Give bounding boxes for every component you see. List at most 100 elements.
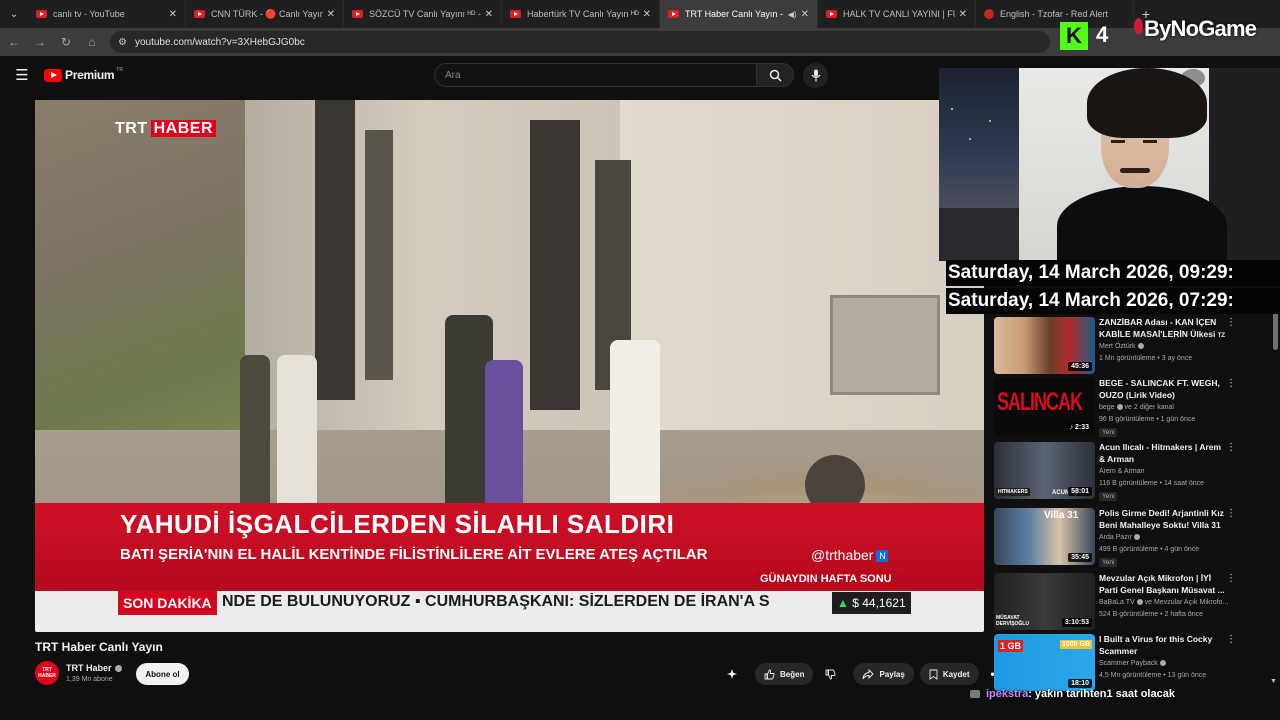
red-alert-favicon-icon: [984, 9, 994, 19]
subscribe-button[interactable]: Abone ol: [136, 663, 189, 685]
channel-name[interactable]: Mert Öztürk: [1099, 343, 1144, 350]
tab-close-icon[interactable]: ✕: [327, 9, 335, 20]
channel-name[interactable]: BaBaLa TV ve Mevzular Açık Mikrofo...: [1099, 599, 1228, 606]
recommended-video[interactable]: MÜSAVAT DERVİŞOĞLU 3:10:53 Mevzular Açık…: [994, 573, 1274, 633]
video-thumbnail[interactable]: 45:36: [994, 317, 1095, 374]
channel-name[interactable]: Scammer Payback: [1099, 660, 1166, 667]
tab-close-icon[interactable]: ✕: [959, 9, 967, 20]
video-meta: 4,5 Mn görüntüleme • 13 gün önce: [1099, 672, 1207, 679]
video-title[interactable]: Polis Girme Dedi! Arjantinli Kız Beni Ma…: [1099, 508, 1229, 531]
channel-name-text: Mert Öztürk: [1099, 343, 1136, 350]
tab-cnn-turk[interactable]: CNN TÜRK - 🔴 Canlı Yayın ᴴᴰ ✕: [186, 0, 344, 28]
youtube-favicon-icon: [36, 10, 47, 18]
video-title-text: ZANZİBAR Adası - KAN İÇEN KABİLE MASAİ'L…: [1099, 317, 1217, 339]
back-button[interactable]: ←: [2, 30, 26, 54]
video-title[interactable]: ZANZİBAR Adası - KAN İÇEN KABİLE MASAİ'L…: [1099, 317, 1229, 340]
news-subheadline: BATI ŞERİA'NIN EL HALİL KENTİNDE FİLİSTİ…: [120, 546, 708, 563]
search-input[interactable]: Ara: [434, 63, 756, 87]
scene-person: [610, 340, 660, 505]
channel-name-text: Arda Pazır: [1099, 534, 1133, 541]
tab-close-icon[interactable]: ✕: [169, 9, 177, 20]
channel-name[interactable]: Arem & Arman: [1099, 468, 1145, 475]
more-icon[interactable]: ⋮: [1226, 573, 1236, 584]
channel-name[interactable]: TRT Haber: [66, 663, 122, 673]
more-icon[interactable]: ⋮: [1226, 508, 1236, 519]
cam-brow: [1111, 140, 1125, 143]
channel-name[interactable]: Arda Pazır: [1099, 534, 1141, 541]
dislike-button[interactable]: [819, 663, 847, 685]
tab-close-icon[interactable]: ✕: [485, 9, 493, 20]
tab-close-icon[interactable]: ✕: [801, 9, 809, 20]
video-thumbnail[interactable]: MÜSAVAT DERVİŞOĞLU 3:10:53: [994, 573, 1095, 630]
share-button[interactable]: Paylaş: [853, 663, 914, 685]
scene-person: [240, 355, 270, 505]
video-duration: ♪ 2:33: [1066, 423, 1092, 432]
more-icon[interactable]: ⋮: [1226, 442, 1236, 453]
video-title[interactable]: BEGE - SALINCAK FT. WEGH, OUZO (Lirik Vi…: [1099, 378, 1229, 401]
bookmark-icon: [929, 669, 938, 680]
tab-canli-tv[interactable]: canlı tv - YouTube ✕: [28, 0, 186, 28]
video-title[interactable]: Mevzular Açık Mikrofon | İYİ Parti Genel…: [1099, 573, 1229, 596]
video-title-tag: TZ: [1217, 332, 1226, 339]
thumbnail-text: MÜSAVAT DERVİŞOĞLU: [996, 615, 1029, 627]
tab-trt-haber[interactable]: TRT Haber Canlı Yayın - You ◀) ✕: [660, 0, 818, 28]
video-title[interactable]: Acun Ilıcalı - Hitmakers | Arem & Arman: [1099, 442, 1229, 465]
speaker-icon[interactable]: ◀): [788, 10, 797, 19]
program-name: GÜNAYDIN HAFTA SONU: [754, 570, 898, 589]
thumbnail-text: HITMAKERS: [996, 488, 1030, 496]
video-title[interactable]: I Built a Virus for this Cocky Scammer: [1099, 634, 1229, 657]
channel-avatar[interactable]: TRT HABER: [35, 661, 59, 685]
thumbnail-text-right: 1000 GB: [1060, 640, 1093, 649]
video-thumbnail[interactable]: 1 GB 1000 GB 18:10: [994, 634, 1095, 691]
voice-search-button[interactable]: [803, 63, 828, 88]
channel-name[interactable]: bege ve 2 diğer kanal: [1099, 404, 1174, 411]
channel-name-text: Scammer Payback: [1099, 660, 1158, 667]
kick-logo: K: [1060, 22, 1088, 50]
tab-close-icon[interactable]: ✕: [643, 9, 651, 20]
tab-label: TRT Haber Canlı Yayın - You: [685, 9, 784, 19]
video-thumbnail[interactable]: HITMAKERS ACUN ILI 58:01: [994, 442, 1095, 499]
youtube-favicon-icon: [826, 10, 837, 18]
video-duration: 45:36: [1068, 362, 1092, 371]
sponsor-text: ByNoGame: [1144, 16, 1257, 41]
more-icon[interactable]: ⋮: [1226, 317, 1236, 328]
menu-icon[interactable]: ☰: [0, 66, 44, 84]
channel-name-text: BaBaLa TV: [1099, 599, 1135, 606]
clip-button[interactable]: [720, 663, 749, 685]
video-duration: 18:10: [1068, 679, 1092, 688]
video-title: TRT Haber Canlı Yayın: [35, 640, 163, 654]
video-thumbnail[interactable]: Villa 31 35:45: [994, 508, 1095, 565]
recommended-video[interactable]: SALINCAK ♪ 2:33 BEGE - SALINCAK FT. WEGH…: [994, 378, 1274, 438]
tab-search-button[interactable]: ⌄: [0, 0, 28, 28]
recommended-video[interactable]: 1 GB 1000 GB 18:10 I Built a Virus for t…: [994, 634, 1274, 694]
reload-button[interactable]: ↻: [54, 30, 78, 54]
sponsor-logo: ByNoGame: [1134, 16, 1257, 42]
clock-local: Saturday, 14 March 2026, 09:29:: [946, 260, 1280, 286]
video-meta: 116 B görüntüleme • 14 saat önce: [1099, 480, 1205, 487]
recommended-video[interactable]: 45:36 ZANZİBAR Adası - KAN İÇEN KABİLE M…: [994, 317, 1274, 377]
video-player[interactable]: TRT HABER YAHUDİ İŞGALCİLERDEN SİLAHLI SA…: [35, 100, 984, 632]
verified-icon: [1136, 599, 1143, 606]
save-button[interactable]: Kaydet: [919, 663, 979, 685]
scroll-down-icon[interactable]: ▼: [1270, 678, 1277, 685]
youtube-favicon-icon: [668, 10, 679, 18]
search-button[interactable]: [756, 63, 794, 87]
thumbs-up-icon: [764, 669, 775, 679]
tab-halk-tv[interactable]: HALK TV CANLI YAYINI | FULL I ✕: [818, 0, 976, 28]
more-icon[interactable]: ⋮: [1226, 378, 1236, 389]
chat-username: ipekstra: [986, 688, 1029, 700]
recommended-video[interactable]: Villa 31 35:45 Polis Girme Dedi! Arjanti…: [994, 508, 1274, 568]
youtube-logo[interactable]: Premium TR: [44, 67, 123, 82]
more-icon[interactable]: ⋮: [1226, 634, 1236, 645]
tab-red-alert[interactable]: English - Tzofar - Red Alert: [976, 0, 1134, 28]
home-button[interactable]: ⌂: [80, 30, 104, 54]
tab-sozcu-tv[interactable]: SÖZCÜ TV Canlı Yayını ᴴᴰ - You ✕: [344, 0, 502, 28]
forward-button[interactable]: →: [28, 30, 52, 54]
viewer-count: 4: [1096, 22, 1109, 47]
like-button[interactable]: Beğen: [755, 663, 814, 685]
tab-haberturk[interactable]: Habertürk TV Canlı Yayın ᴴᴰ - Yo ✕: [502, 0, 660, 28]
recommended-video[interactable]: HITMAKERS ACUN ILI 58:01 Acun Ilıcalı - …: [994, 442, 1274, 502]
url-input[interactable]: ⚙ youtube.com/watch?v=3XHebGJG0bc: [110, 31, 1050, 53]
video-thumbnail[interactable]: SALINCAK ♪ 2:33: [994, 378, 1095, 435]
site-info-icon[interactable]: ⚙: [118, 37, 127, 48]
